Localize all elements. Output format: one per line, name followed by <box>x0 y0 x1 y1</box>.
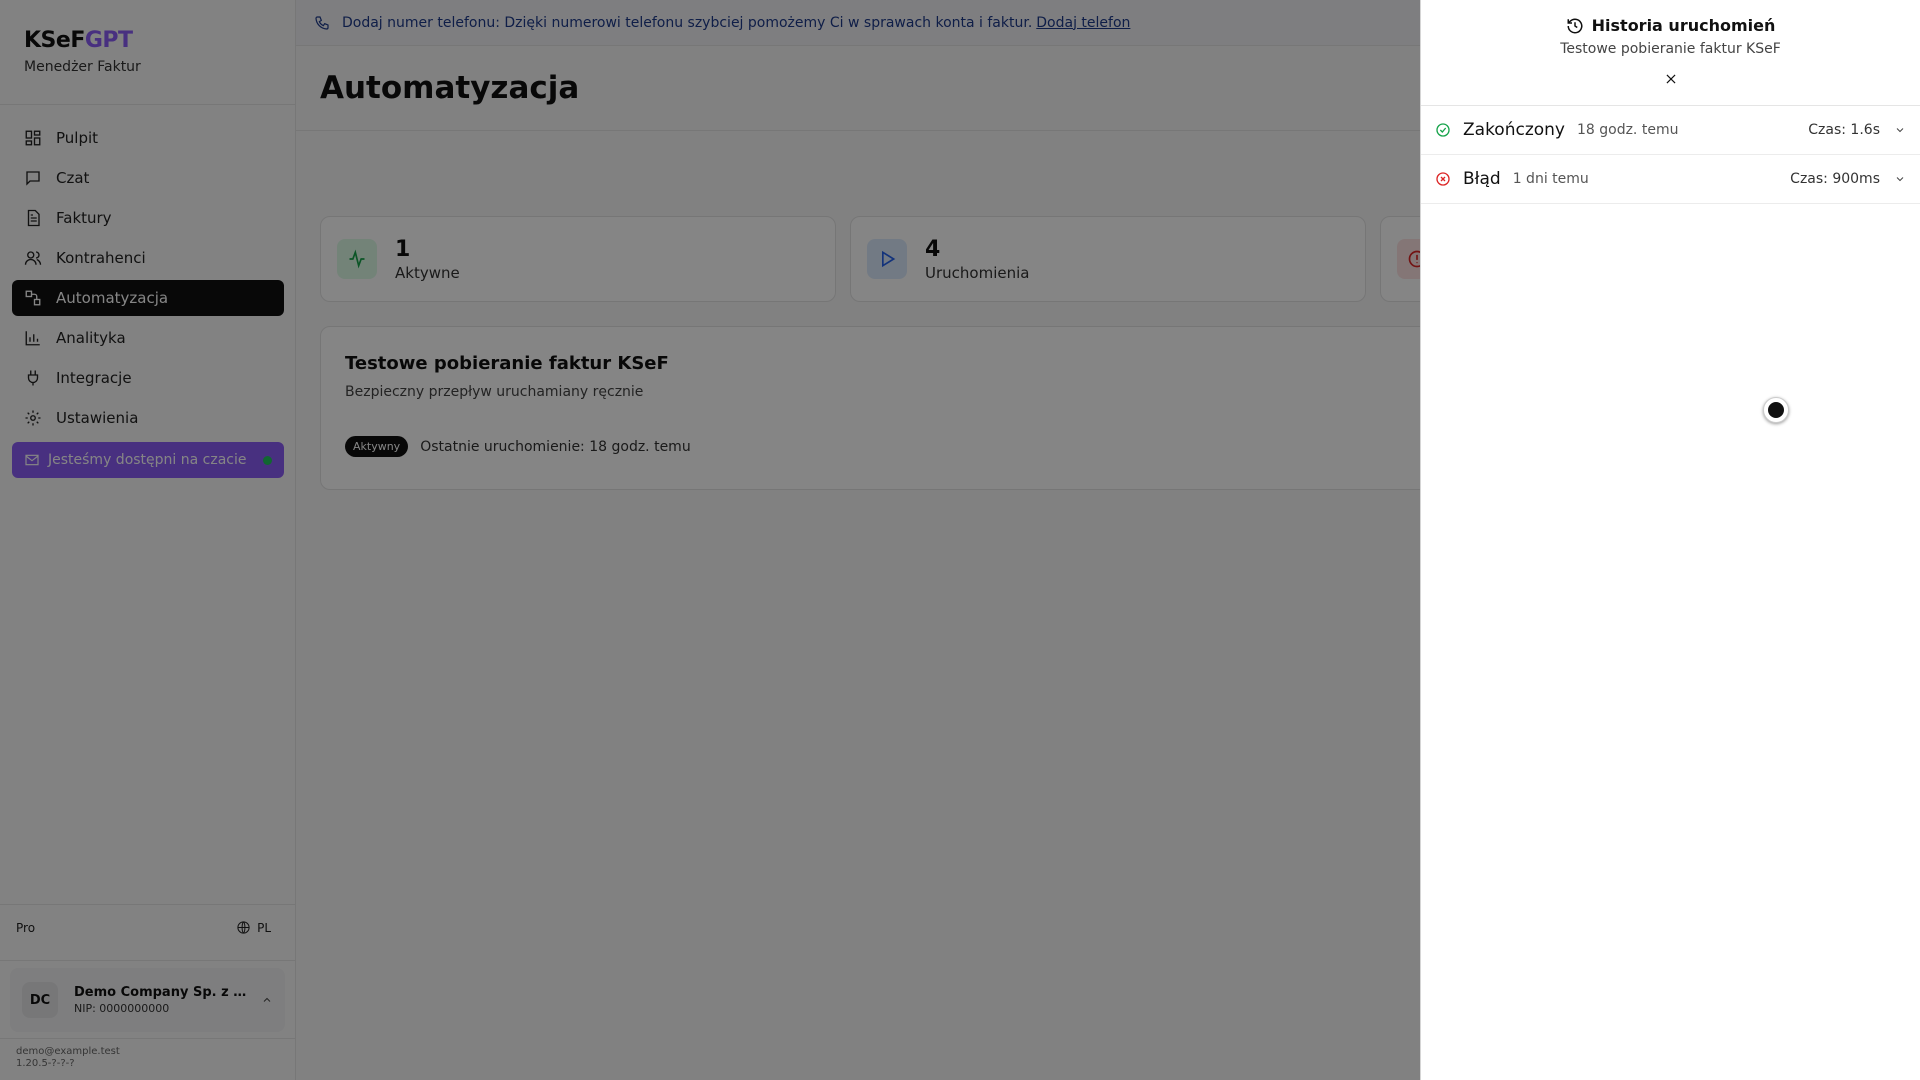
drawer-title-text: Historia uruchomień <box>1591 16 1776 35</box>
run-duration: Czas: 900ms <box>1790 171 1880 187</box>
history-icon <box>1567 18 1583 33</box>
error-circle-icon <box>1436 172 1450 186</box>
drawer-header: Historia uruchomień Testowe pobieranie f… <box>1421 0 1920 89</box>
drawer-title: Historia uruchomień <box>1421 16 1920 35</box>
run-duration: Czas: 1.6s <box>1808 122 1880 138</box>
run-row-error[interactable]: Błąd 1 dni temu Czas: 900ms <box>1421 155 1920 204</box>
run-history-drawer: Historia uruchomień Testowe pobieranie f… <box>1420 0 1920 1080</box>
close-button[interactable] <box>1662 71 1680 89</box>
run-status: Błąd <box>1463 169 1501 189</box>
chevron-down-icon[interactable] <box>1894 124 1906 136</box>
cursor-dot <box>1768 402 1784 418</box>
check-circle-icon <box>1436 123 1450 137</box>
run-row-completed[interactable]: Zakończony 18 godz. temu Czas: 1.6s <box>1421 106 1920 155</box>
mouse-cursor <box>1763 397 1789 423</box>
run-time-ago: 1 dni temu <box>1512 171 1589 187</box>
close-icon <box>1666 74 1675 83</box>
drawer-subtitle: Testowe pobieranie faktur KSeF <box>1560 41 1781 57</box>
modal-overlay[interactable] <box>0 0 1420 1080</box>
chevron-down-icon[interactable] <box>1894 173 1906 185</box>
run-status: Zakończony <box>1463 120 1565 140</box>
run-time-ago: 18 godz. temu <box>1576 122 1679 138</box>
